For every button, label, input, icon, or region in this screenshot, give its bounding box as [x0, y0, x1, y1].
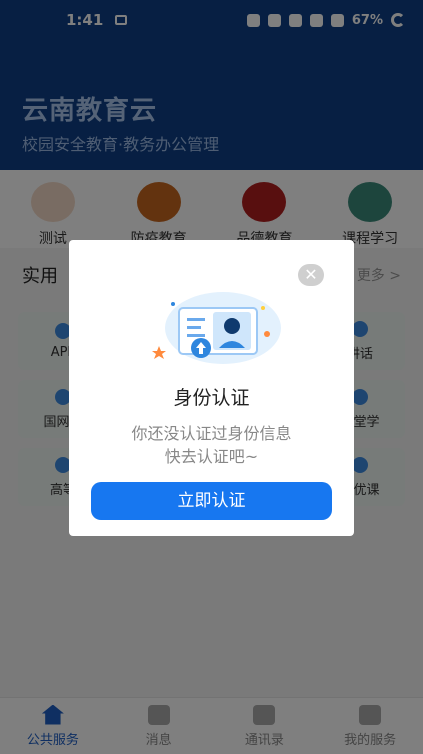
id-card-illustration-icon	[152, 292, 281, 364]
dialog-message: 你还没认证过身份信息 快去认证吧~	[69, 422, 354, 468]
dialog-title: 身份认证	[173, 387, 250, 409]
dialog-message-line1: 你还没认证过身份信息	[131, 424, 292, 443]
identity-verification-dialog: ✕ 身份认证 你还没认证过身份信息 快去认证吧~ 立即认证	[69, 240, 354, 536]
verify-now-button[interactable]: 立即认证	[91, 482, 332, 520]
dialog-message-line2: 快去认证吧~	[164, 447, 259, 466]
close-icon[interactable]: ✕	[298, 264, 324, 286]
